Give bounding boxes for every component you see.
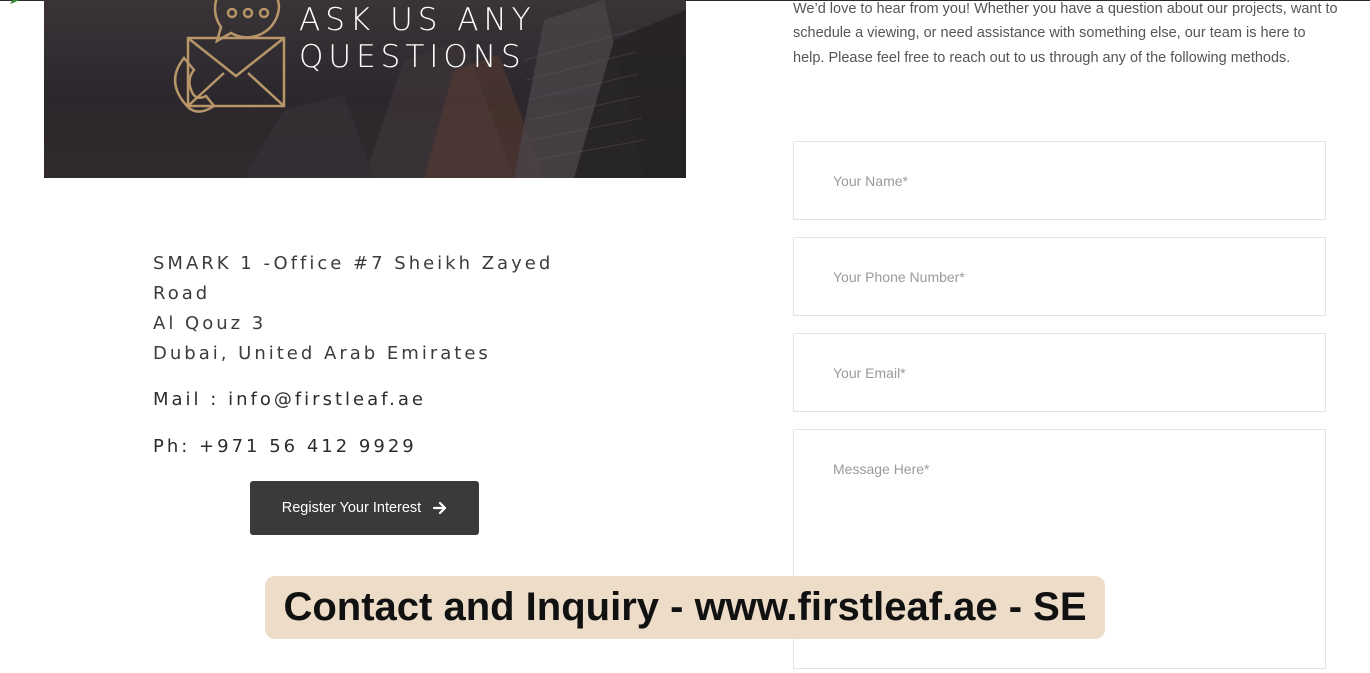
hero-title-line-2: QUESTIONS	[299, 39, 526, 75]
hero-title: ASK US ANY QUESTIONS	[299, 2, 536, 76]
email-field-wrapper	[793, 333, 1326, 412]
caption-overlay: Contact and Inquiry - www.firstleaf.ae -…	[265, 576, 1105, 639]
hero-title-line-1: ASK US ANY	[299, 2, 536, 38]
contact-phone[interactable]: Ph: +971 56 412 9929	[153, 436, 417, 457]
envelope-chat-icon	[174, 0, 286, 113]
register-interest-label: Register Your Interest	[281, 500, 422, 516]
email-input[interactable]	[794, 334, 1325, 411]
arrow-right-icon	[433, 501, 447, 515]
phone-input[interactable]	[794, 238, 1325, 315]
address-line-3: Al Qouz 3	[153, 313, 267, 334]
contact-intro-text: We’d love to hear from you! Whether you …	[793, 1, 1338, 66]
contact-email[interactable]: Mail : info@firstleaf.ae	[153, 389, 426, 410]
office-address: SMARK 1 -Office #7 Sheikh Zayed Road Al …	[153, 249, 593, 369]
register-interest-button[interactable]: Register Your Interest	[250, 481, 479, 535]
phone-field-wrapper	[793, 237, 1326, 316]
leaf-icon	[10, 0, 20, 4]
hero-banner: ASK US ANY QUESTIONS	[44, 0, 686, 178]
address-line-2: Road	[153, 283, 211, 304]
name-input[interactable]	[794, 142, 1325, 219]
address-line-1: SMARK 1 -Office #7 Sheikh Zayed	[153, 253, 554, 274]
address-line-4: Dubai, United Arab Emirates	[153, 343, 491, 364]
name-field-wrapper	[793, 141, 1326, 220]
